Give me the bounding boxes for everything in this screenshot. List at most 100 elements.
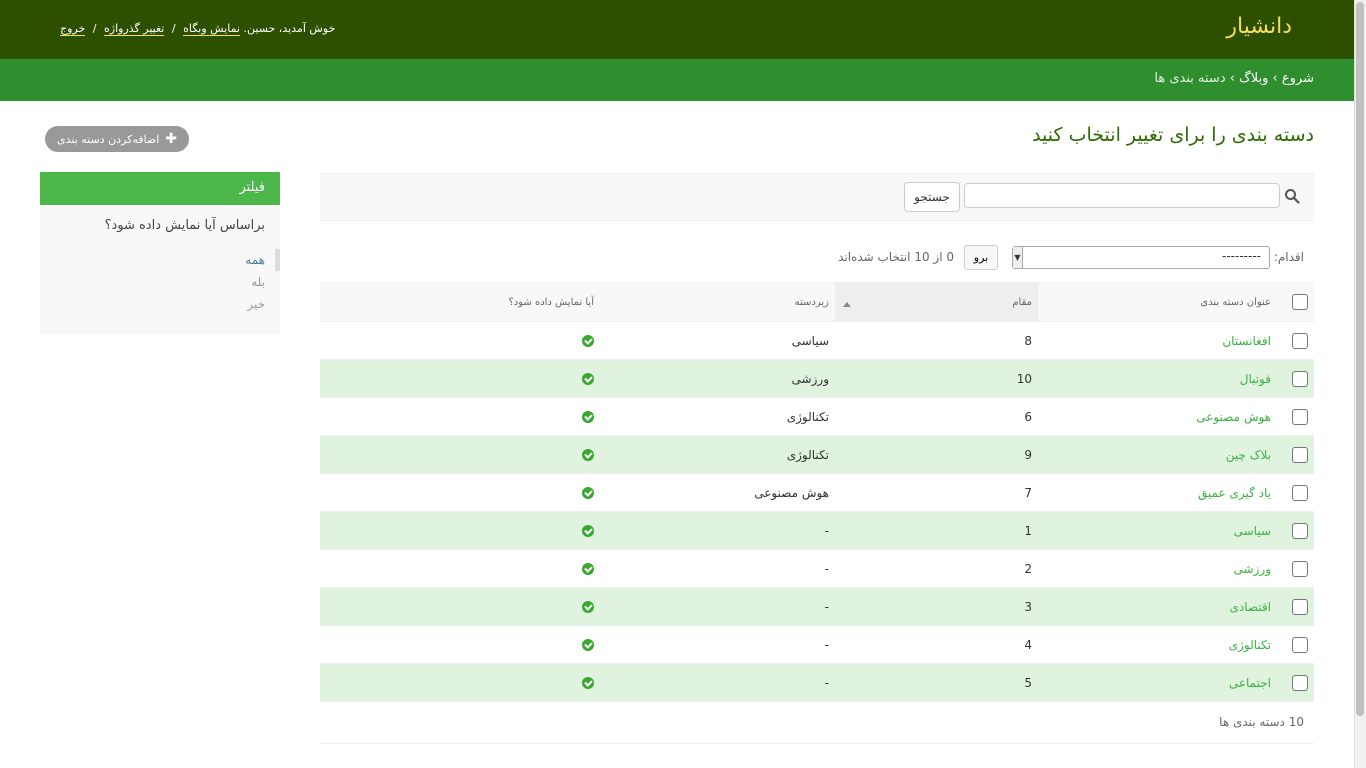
row-checkbox[interactable] [1292, 560, 1308, 577]
row-checkbox[interactable] [1292, 484, 1308, 501]
category-title-link[interactable]: اجتماعی [1229, 676, 1271, 690]
parent-cell: - [600, 625, 835, 664]
visible-cell [320, 435, 600, 474]
category-title-link[interactable]: تکنالوژی [1229, 638, 1271, 652]
filter-option-all[interactable]: همه [40, 249, 280, 271]
page-title: دسته بندی را برای تغییر انتخاب کنید [1032, 124, 1314, 146]
visible-cell [320, 663, 600, 702]
add-category-button[interactable]: ✚ اضافه‌کردن دسته بندی [45, 126, 189, 152]
check-circle-icon [582, 373, 594, 385]
title-cell: تکنالوژی [1038, 625, 1277, 664]
column-header-position-label: مقام [1012, 296, 1032, 308]
filter-option-yes[interactable]: بله [40, 271, 280, 293]
row-select-cell [1277, 359, 1314, 398]
logout-link[interactable]: خروج [60, 22, 86, 36]
check-circle-icon [582, 411, 594, 423]
user-tools: خوش آمدید، حسین. نمایش وبگاه / تغییر گذر… [60, 22, 336, 36]
title-cell: افغانستان [1038, 321, 1277, 360]
row-checkbox[interactable] [1292, 636, 1308, 653]
select-all-checkbox[interactable] [1292, 294, 1308, 310]
parent-cell: تکنالوژی [600, 397, 835, 436]
search-icon [1285, 189, 1300, 204]
title-cell: فوتبال [1038, 359, 1277, 398]
position-cell: 1 [835, 511, 1038, 550]
position-cell: 6 [835, 397, 1038, 436]
category-title-link[interactable]: سیاسی [1234, 524, 1271, 538]
table-row: اقتصادی 3- [320, 587, 1314, 626]
add-category-label: اضافه‌کردن دسته بندی [57, 132, 160, 146]
column-header-parent[interactable]: زیردسته [600, 282, 835, 322]
chevron-down-icon: ▼ [1013, 247, 1023, 268]
plus-icon: ✚ [165, 131, 178, 147]
sort-ascending-icon[interactable] [843, 301, 851, 307]
row-select-cell [1277, 625, 1314, 664]
site-brand[interactable]: دانشیار [1226, 14, 1292, 39]
check-circle-icon [582, 449, 594, 461]
category-title-link[interactable]: فوتبال [1240, 372, 1271, 386]
check-circle-icon [582, 563, 594, 575]
row-checkbox[interactable] [1292, 522, 1308, 539]
check-circle-icon [582, 601, 594, 613]
parent-cell: - [600, 587, 835, 626]
breadcrumb-separator: › [1272, 71, 1278, 86]
category-title-link[interactable]: هوش مصنوعی [1196, 410, 1271, 424]
table-row: بلاک چین 9 تکنالوژی [320, 435, 1314, 474]
search-button[interactable]: جستجو [904, 182, 960, 212]
table-header-row: عنوان دسته بندی مقام زیردسته آیا نمایش د… [320, 282, 1314, 322]
row-checkbox[interactable] [1292, 370, 1308, 387]
filter-options: همه بله خیر [40, 249, 280, 315]
page-scrollbar[interactable] [1354, 0, 1366, 768]
breadcrumb-app[interactable]: وبلاگ [1239, 71, 1268, 86]
search-toolbar: جستجو [320, 173, 1314, 221]
parent-cell: تکنالوژی [600, 435, 835, 474]
search-input[interactable] [964, 183, 1280, 208]
breadcrumb: شروع › وبلاگ › دسته بندی ها [0, 59, 1354, 101]
row-checkbox[interactable] [1292, 674, 1308, 691]
view-site-link[interactable]: نمایش وبگاه [183, 22, 240, 36]
category-title-link[interactable]: بلاک چین [1226, 448, 1271, 462]
column-header-title[interactable]: عنوان دسته بندی [1038, 282, 1277, 322]
action-select[interactable]: --------- ▼ [1012, 246, 1270, 269]
filter-option-no[interactable]: خیر [40, 293, 280, 315]
category-title-link[interactable]: افغانستان [1222, 334, 1271, 348]
parent-cell: سیاسی [600, 321, 835, 360]
action-label: اقدام: [1273, 250, 1304, 264]
welcome-text: خوش آمدید، حسین. [243, 22, 336, 35]
action-counter: 0 از 10 انتخاب شده‌اند [838, 250, 954, 264]
table-row: افغانستان 8 سیاسی [320, 321, 1314, 360]
table-row: هوش مصنوعی 6 تکنالوژی [320, 397, 1314, 436]
column-header-position[interactable]: مقام [835, 282, 1038, 322]
row-checkbox[interactable] [1292, 408, 1308, 425]
visible-cell [320, 473, 600, 512]
category-title-link[interactable]: یاد گیری عمیق [1198, 486, 1271, 500]
user-tools-separator: / [92, 22, 97, 35]
category-title-link[interactable]: اقتصادی [1230, 600, 1272, 614]
visible-cell [320, 587, 600, 626]
breadcrumb-current: دسته بندی ها [1154, 71, 1226, 86]
title-cell: ورزشی [1038, 549, 1277, 588]
breadcrumb-home[interactable]: شروع [1282, 71, 1314, 86]
parent-cell: - [600, 511, 835, 550]
category-title-link[interactable]: ورزشی [1234, 562, 1271, 576]
go-button[interactable]: برو [964, 245, 998, 270]
check-circle-icon [582, 639, 594, 651]
row-checkbox[interactable] [1292, 446, 1308, 463]
change-password-link[interactable]: تغییر گذرواژه [104, 22, 165, 36]
row-checkbox[interactable] [1292, 598, 1308, 615]
result-count: 10 دسته بندی ها [1219, 715, 1304, 729]
position-cell: 8 [835, 321, 1038, 360]
column-header-visible[interactable]: آیا نمایش داده شود؟ [320, 282, 600, 322]
select-all-cell [1277, 282, 1314, 322]
visible-cell [320, 359, 600, 398]
result-table: عنوان دسته بندی مقام زیردسته آیا نمایش د… [320, 282, 1314, 702]
position-cell: 4 [835, 625, 1038, 664]
table-row: اجتماعی 5- [320, 663, 1314, 702]
title-cell: اجتماعی [1038, 663, 1277, 702]
visible-cell [320, 321, 600, 360]
parent-cell: - [600, 549, 835, 588]
actions-bar: اقدام: --------- ▼ برو 0 از 10 انتخاب شد… [320, 243, 1314, 273]
title-cell: سیاسی [1038, 511, 1277, 550]
scrollbar-thumb[interactable] [1356, 2, 1364, 716]
parent-cell: هوش مصنوعی [600, 473, 835, 512]
row-checkbox[interactable] [1292, 332, 1308, 349]
